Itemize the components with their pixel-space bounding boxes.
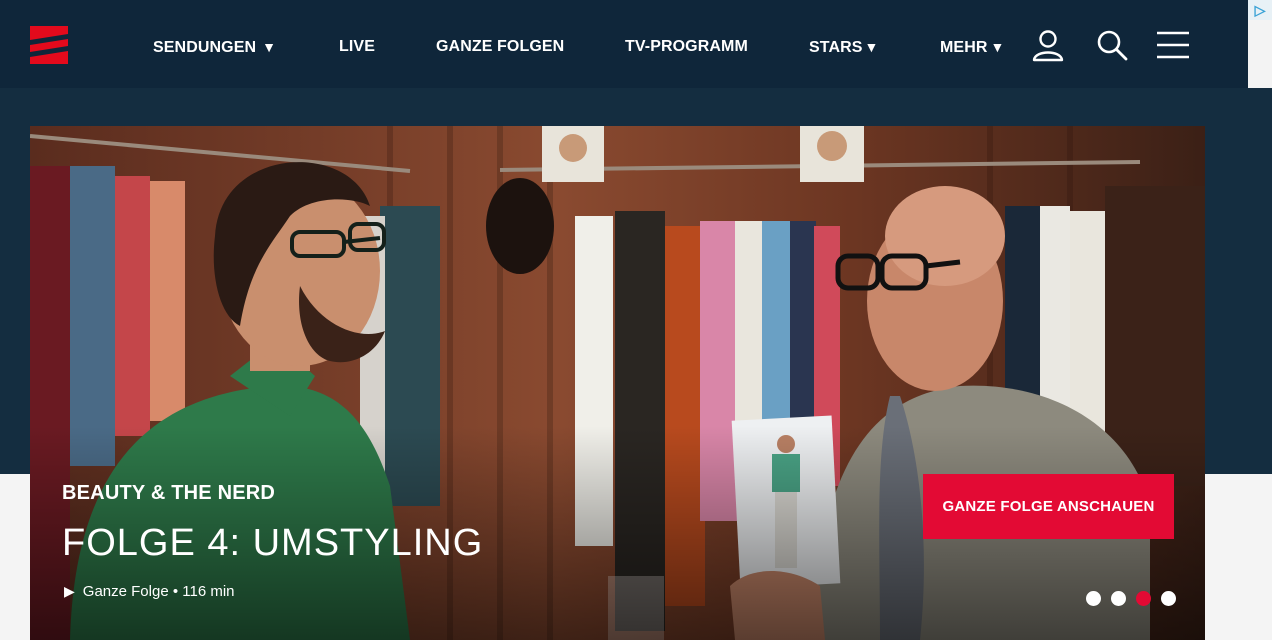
prosieben-logo[interactable] [30, 26, 68, 64]
nav-tv-programm-label: TV-PROGRAMM [625, 38, 748, 55]
nav-stars[interactable]: STARS ▼ [809, 36, 879, 58]
carousel-dot[interactable] [1161, 591, 1176, 606]
carousel-dot[interactable] [1111, 591, 1126, 606]
top-navigation-bar: SENDUNGEN ▼ LIVE GANZE FOLGEN TV-PROGRAMM… [0, 0, 1248, 88]
carousel-dot[interactable] [1086, 591, 1101, 606]
nav-sendungen[interactable]: SENDUNGEN ▼ [153, 36, 276, 58]
user-icon[interactable] [1031, 28, 1065, 62]
carousel-dot-active[interactable] [1136, 591, 1151, 606]
menu-icon[interactable] [1156, 28, 1190, 62]
adchoices-label: ▷ [1254, 2, 1266, 18]
play-icon: ▶ [64, 583, 75, 599]
watch-full-episode-label: GANZE FOLGE ANSCHAUEN [942, 498, 1155, 515]
chevron-down-icon: ▼ [864, 39, 879, 55]
nav-mehr[interactable]: MEHR ▼ [940, 36, 1004, 58]
nav-sendungen-label: SENDUNGEN [153, 39, 257, 56]
watch-full-episode-button[interactable]: GANZE FOLGE ANSCHAUEN [923, 474, 1174, 539]
nav-live[interactable]: LIVE [339, 36, 375, 58]
nav-ganze-folgen[interactable]: GANZE FOLGEN [436, 36, 564, 58]
nav-tv-programm[interactable]: TV-PROGRAMM [625, 36, 748, 58]
episode-meta-text: Ganze Folge • 116 min [82, 583, 235, 600]
chevron-down-icon: ▼ [262, 39, 277, 55]
nav-live-label: LIVE [339, 38, 375, 55]
adchoices-icon[interactable]: ▷ [1248, 0, 1272, 20]
hero-teaser[interactable]: BEAUTY & THE NERD FOLGE 4: UMSTYLING ▶ Ga… [30, 126, 1205, 640]
show-title[interactable]: BEAUTY & THE NERD [62, 482, 275, 505]
chevron-down-icon: ▼ [990, 39, 1005, 55]
episode-meta: ▶ Ganze Folge • 116 min [64, 583, 235, 600]
carousel-dots [1086, 591, 1176, 606]
nav-mehr-label: MEHR [940, 39, 988, 56]
episode-title[interactable]: FOLGE 4: UMSTYLING [62, 522, 483, 565]
search-icon[interactable] [1095, 28, 1129, 62]
nav-stars-label: STARS [809, 39, 863, 56]
nav-ganze-folgen-label: GANZE FOLGEN [436, 38, 565, 55]
